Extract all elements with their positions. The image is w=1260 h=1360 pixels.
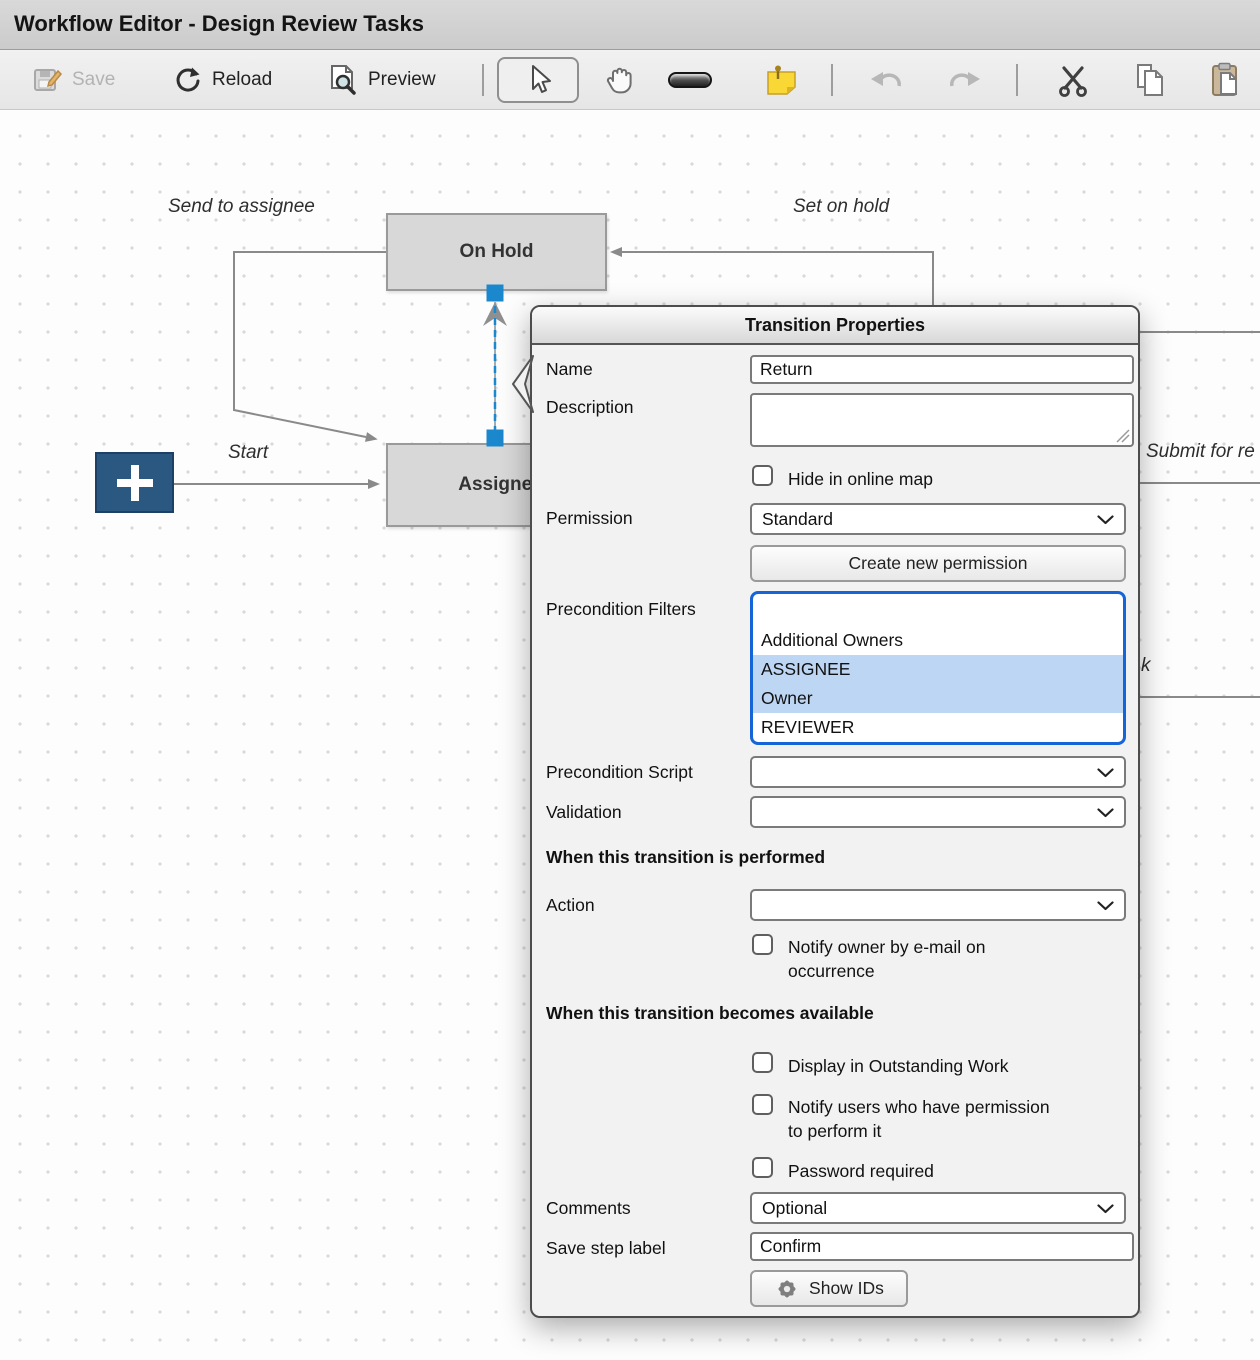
- save-step-label-input[interactable]: [750, 1232, 1134, 1261]
- permission-value: Standard: [762, 509, 833, 529]
- gear-icon: [774, 1276, 800, 1302]
- page-title: Workflow Editor - Design Review Tasks: [0, 0, 1260, 48]
- hide-in-online-map-checkbox[interactable]: [752, 465, 773, 486]
- password-required-label: Password required: [788, 1159, 934, 1183]
- notify-users-checkbox[interactable]: [752, 1094, 773, 1115]
- list-option-owner[interactable]: Owner: [753, 684, 1123, 713]
- name-input[interactable]: [750, 355, 1134, 384]
- paste-icon: [1210, 62, 1240, 98]
- list-option-reviewer[interactable]: REVIEWER: [753, 713, 1123, 742]
- add-step-tool[interactable]: [668, 50, 712, 110]
- chevron-down-icon: [1097, 1204, 1114, 1214]
- pan-tool[interactable]: [603, 50, 635, 110]
- precondition-script-select[interactable]: [750, 756, 1126, 788]
- save-step-label-label: Save step label: [546, 1238, 666, 1259]
- action-label: Action: [546, 895, 595, 916]
- chevron-down-icon: [1097, 515, 1114, 525]
- step-shape-icon: [668, 72, 712, 88]
- dialog-title: Transition Properties: [745, 315, 925, 336]
- scissors-icon: [1056, 63, 1090, 97]
- transition-endpoint-handle-top[interactable]: [487, 285, 504, 302]
- create-new-permission-label: Create new permission: [849, 553, 1028, 574]
- section-when-available: When this transition becomes available: [546, 1003, 874, 1024]
- toolbar: Save Reload Preview: [0, 50, 1260, 110]
- preview-button[interactable]: Preview: [328, 50, 436, 110]
- cut-button[interactable]: [1056, 50, 1090, 110]
- reload-icon: [172, 65, 202, 95]
- save-label: Save: [72, 69, 115, 91]
- validation-label: Validation: [546, 802, 622, 823]
- chevron-down-icon: [1097, 808, 1114, 818]
- list-option-assignee[interactable]: ASSIGNEE: [753, 655, 1123, 684]
- reload-label: Reload: [212, 69, 272, 91]
- transition-send-to-assignee[interactable]: [234, 252, 386, 437]
- notify-owner-checkbox[interactable]: [752, 934, 773, 955]
- validation-select[interactable]: [750, 796, 1126, 828]
- name-label: Name: [546, 359, 593, 380]
- precondition-filters-listbox[interactable]: Additional Owners ASSIGNEE Owner REVIEWE…: [750, 591, 1126, 745]
- chevron-down-icon: [1097, 768, 1114, 778]
- list-option-additional-owners[interactable]: Additional Owners: [753, 626, 1123, 655]
- description-textarea[interactable]: [750, 393, 1134, 447]
- toolbar-separator: [831, 64, 833, 96]
- preview-label: Preview: [368, 69, 436, 91]
- comments-value: Optional: [762, 1198, 827, 1218]
- preview-icon: [328, 64, 358, 96]
- display-outstanding-work-checkbox[interactable]: [752, 1052, 773, 1073]
- undo-button[interactable]: [868, 50, 904, 110]
- redo-button[interactable]: [947, 50, 983, 110]
- precondition-script-label: Precondition Script: [546, 762, 693, 783]
- pointer-tool-selected[interactable]: [497, 57, 579, 103]
- description-label: Description: [546, 397, 634, 418]
- paste-button[interactable]: [1210, 50, 1240, 110]
- chevron-down-icon: [1097, 901, 1114, 911]
- hide-in-online-map-label: Hide in online map: [788, 467, 933, 491]
- undo-icon: [868, 66, 904, 94]
- resize-handle-icon[interactable]: [1116, 429, 1130, 443]
- sticky-note-icon: [764, 64, 798, 96]
- toolbar-separator: [482, 64, 484, 96]
- action-select[interactable]: [750, 889, 1126, 921]
- transition-properties-dialog: Transition Properties Name Description H…: [530, 305, 1140, 1318]
- hand-icon: [603, 64, 635, 96]
- toolbar-separator: [1016, 64, 1018, 96]
- pointer-cursor-icon: [523, 63, 553, 97]
- transition-return-selected[interactable]: [483, 285, 507, 447]
- transition-set-on-hold[interactable]: [622, 252, 933, 306]
- display-outstanding-work-label: Display in Outstanding Work: [788, 1054, 1008, 1078]
- reload-button[interactable]: Reload: [172, 50, 272, 110]
- redo-icon: [947, 66, 983, 94]
- permission-select[interactable]: Standard: [750, 503, 1126, 535]
- dialog-callout-pointer: [512, 355, 534, 413]
- save-icon: [32, 65, 62, 95]
- password-required-checkbox[interactable]: [752, 1157, 773, 1178]
- copy-button[interactable]: [1134, 50, 1166, 110]
- notify-owner-label: Notify owner by e-mail on occurrence: [788, 935, 1038, 983]
- dialog-titlebar[interactable]: Transition Properties: [532, 307, 1138, 345]
- list-option-blank[interactable]: [753, 597, 1123, 626]
- show-ids-button[interactable]: Show IDs: [750, 1270, 908, 1307]
- comments-label: Comments: [546, 1198, 631, 1219]
- precondition-filters-label: Precondition Filters: [546, 599, 696, 620]
- save-button[interactable]: Save: [32, 50, 115, 110]
- add-note-tool[interactable]: [764, 50, 798, 110]
- transition-endpoint-handle-bottom[interactable]: [487, 430, 504, 447]
- window-titlebar: Workflow Editor - Design Review Tasks: [0, 0, 1260, 50]
- permission-label: Permission: [546, 508, 633, 529]
- show-ids-label: Show IDs: [809, 1278, 884, 1299]
- section-when-performed: When this transition is performed: [546, 847, 825, 868]
- create-new-permission-button[interactable]: Create new permission: [750, 545, 1126, 582]
- notify-users-label: Notify users who have permission to perf…: [788, 1095, 1060, 1143]
- copy-icon: [1134, 63, 1166, 97]
- comments-select[interactable]: Optional: [750, 1192, 1126, 1224]
